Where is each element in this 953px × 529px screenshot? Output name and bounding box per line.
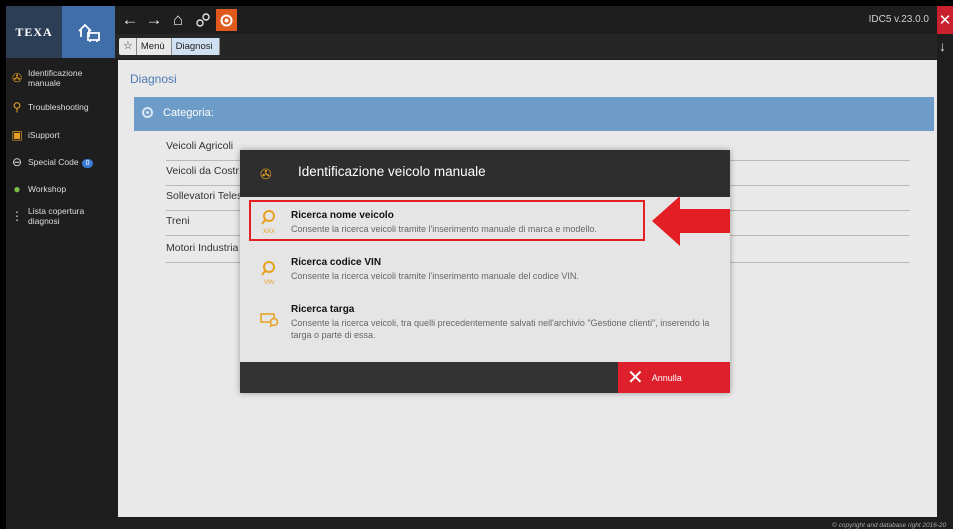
sidebar-item-troubleshooting[interactable]: ⚲ Troubleshooting <box>6 100 115 114</box>
sidebar-item-identificazione[interactable]: ✇ Identificazione manuale <box>6 68 115 88</box>
category-name: Veicoli Agricoli <box>166 140 234 152</box>
vehicle-home-icon <box>77 23 100 42</box>
coverage-list-icon: ⋮ <box>11 209 23 223</box>
sidebar-item-lista-copertura[interactable]: ⋮ Lista copertura diagnosi <box>6 206 115 226</box>
highlight-box <box>249 200 645 241</box>
top-toolbar: ← → ⌂ IDC5 v.23.0.0 <box>115 6 937 34</box>
option-ricerca-codice-vin[interactable]: VIN Ricerca codice VIN Consente la ricer… <box>240 247 730 293</box>
sidebar-item-label: Special Code <box>28 156 79 167</box>
dialog-footer: ✕ Annulla <box>240 362 730 393</box>
back-arrow-icon[interactable]: ← <box>119 9 141 31</box>
dialog-title: Identificazione veicolo manuale <box>298 164 486 179</box>
breadcrumb-item-menu[interactable]: Menù <box>137 38 172 55</box>
texa-logo: TEXA <box>15 24 53 39</box>
category-name: Veicoli da Costr <box>166 165 239 177</box>
lock-icon: ⊖ <box>11 155 23 169</box>
manual-identification-dialog: ✇ Identificazione veicolo manuale XXX Ri… <box>240 150 730 393</box>
dialog-header: ✇ Identificazione veicolo manuale <box>240 150 730 197</box>
sidebar-item-label: iSupport <box>28 130 60 140</box>
category-header: Categoria: <box>134 97 934 131</box>
option-description: Consente la ricerca veicoli, tra quelli … <box>291 318 710 340</box>
copyright-text: © copyright and database right 2016-20 <box>832 522 947 529</box>
breadcrumb-bar: ☆ Menù Diagnosi <box>115 34 937 59</box>
sidebar-item-label: Identificazione manuale <box>28 68 83 88</box>
app-logo-area: TEXA <box>6 6 115 58</box>
close-icon: ✕ <box>627 366 644 389</box>
search-vin-icon: ⚲ <box>12 100 22 114</box>
option-ricerca-targa[interactable]: Ricerca targa Consente la ricerca veicol… <box>240 293 730 362</box>
down-arrow-icon[interactable]: ↓ <box>939 38 946 54</box>
breadcrumb: ☆ Menù Diagnosi <box>119 38 220 55</box>
link-icon[interactable] <box>192 9 214 31</box>
lifebuoy-help-icon[interactable] <box>216 9 237 31</box>
home-vehicle-button[interactable] <box>62 6 115 58</box>
svg-text:VIN: VIN <box>264 280 274 286</box>
red-arrow-icon <box>652 196 730 246</box>
sidebar: ✇ Identificazione manuale ⚲ Troubleshoot… <box>6 58 115 523</box>
sidebar-item-label-wrap: Special Code 0 <box>28 156 94 168</box>
option-title: Ricerca codice VIN <box>291 257 382 268</box>
vehicle-icon: ✇ <box>260 166 272 182</box>
sidebar-item-label: Troubleshooting <box>28 102 89 112</box>
cancel-label: Annulla <box>651 372 682 383</box>
option-title: Ricerca targa <box>291 304 355 315</box>
page-title: Diagnosi <box>130 72 177 86</box>
category-name: Motori Industria <box>166 242 239 254</box>
search-vin-icon: VIN <box>260 260 278 286</box>
close-icon: ✕ <box>938 12 952 29</box>
sidebar-item-label: Workshop <box>28 184 67 194</box>
count-badge: 0 <box>81 158 94 168</box>
breadcrumb-item-diagnosi[interactable]: Diagnosi <box>171 38 220 55</box>
sidebar-item-special-code[interactable]: ⊖ Special Code 0 <box>6 155 115 169</box>
category-name: Treni <box>166 215 190 227</box>
workshop-icon: ● <box>13 182 21 196</box>
home-icon[interactable]: ⌂ <box>167 9 189 31</box>
cancel-button[interactable]: ✕ Annulla <box>618 362 730 393</box>
option-description: Consente la ricerca veicoli tramite l'in… <box>291 271 579 281</box>
vehicle-icon: ✇ <box>11 71 23 85</box>
star-favorite-icon[interactable]: ☆ <box>119 38 137 55</box>
sidebar-item-workshop[interactable]: ● Workshop <box>6 182 115 196</box>
forward-arrow-icon[interactable]: → <box>143 9 165 31</box>
support-icon: ▣ <box>11 128 23 142</box>
target-icon <box>142 107 153 118</box>
sidebar-item-isupport[interactable]: ▣ iSupport <box>6 128 115 142</box>
category-name: Sollevatori Teles <box>166 190 243 202</box>
sidebar-item-label: Lista copertura diagnosi <box>28 206 85 226</box>
license-plate-search-icon <box>260 311 279 337</box>
close-button[interactable]: ✕ <box>937 6 953 34</box>
category-label: Categoria: <box>163 107 214 119</box>
app-version: IDC5 v.23.0.0 <box>868 14 929 25</box>
